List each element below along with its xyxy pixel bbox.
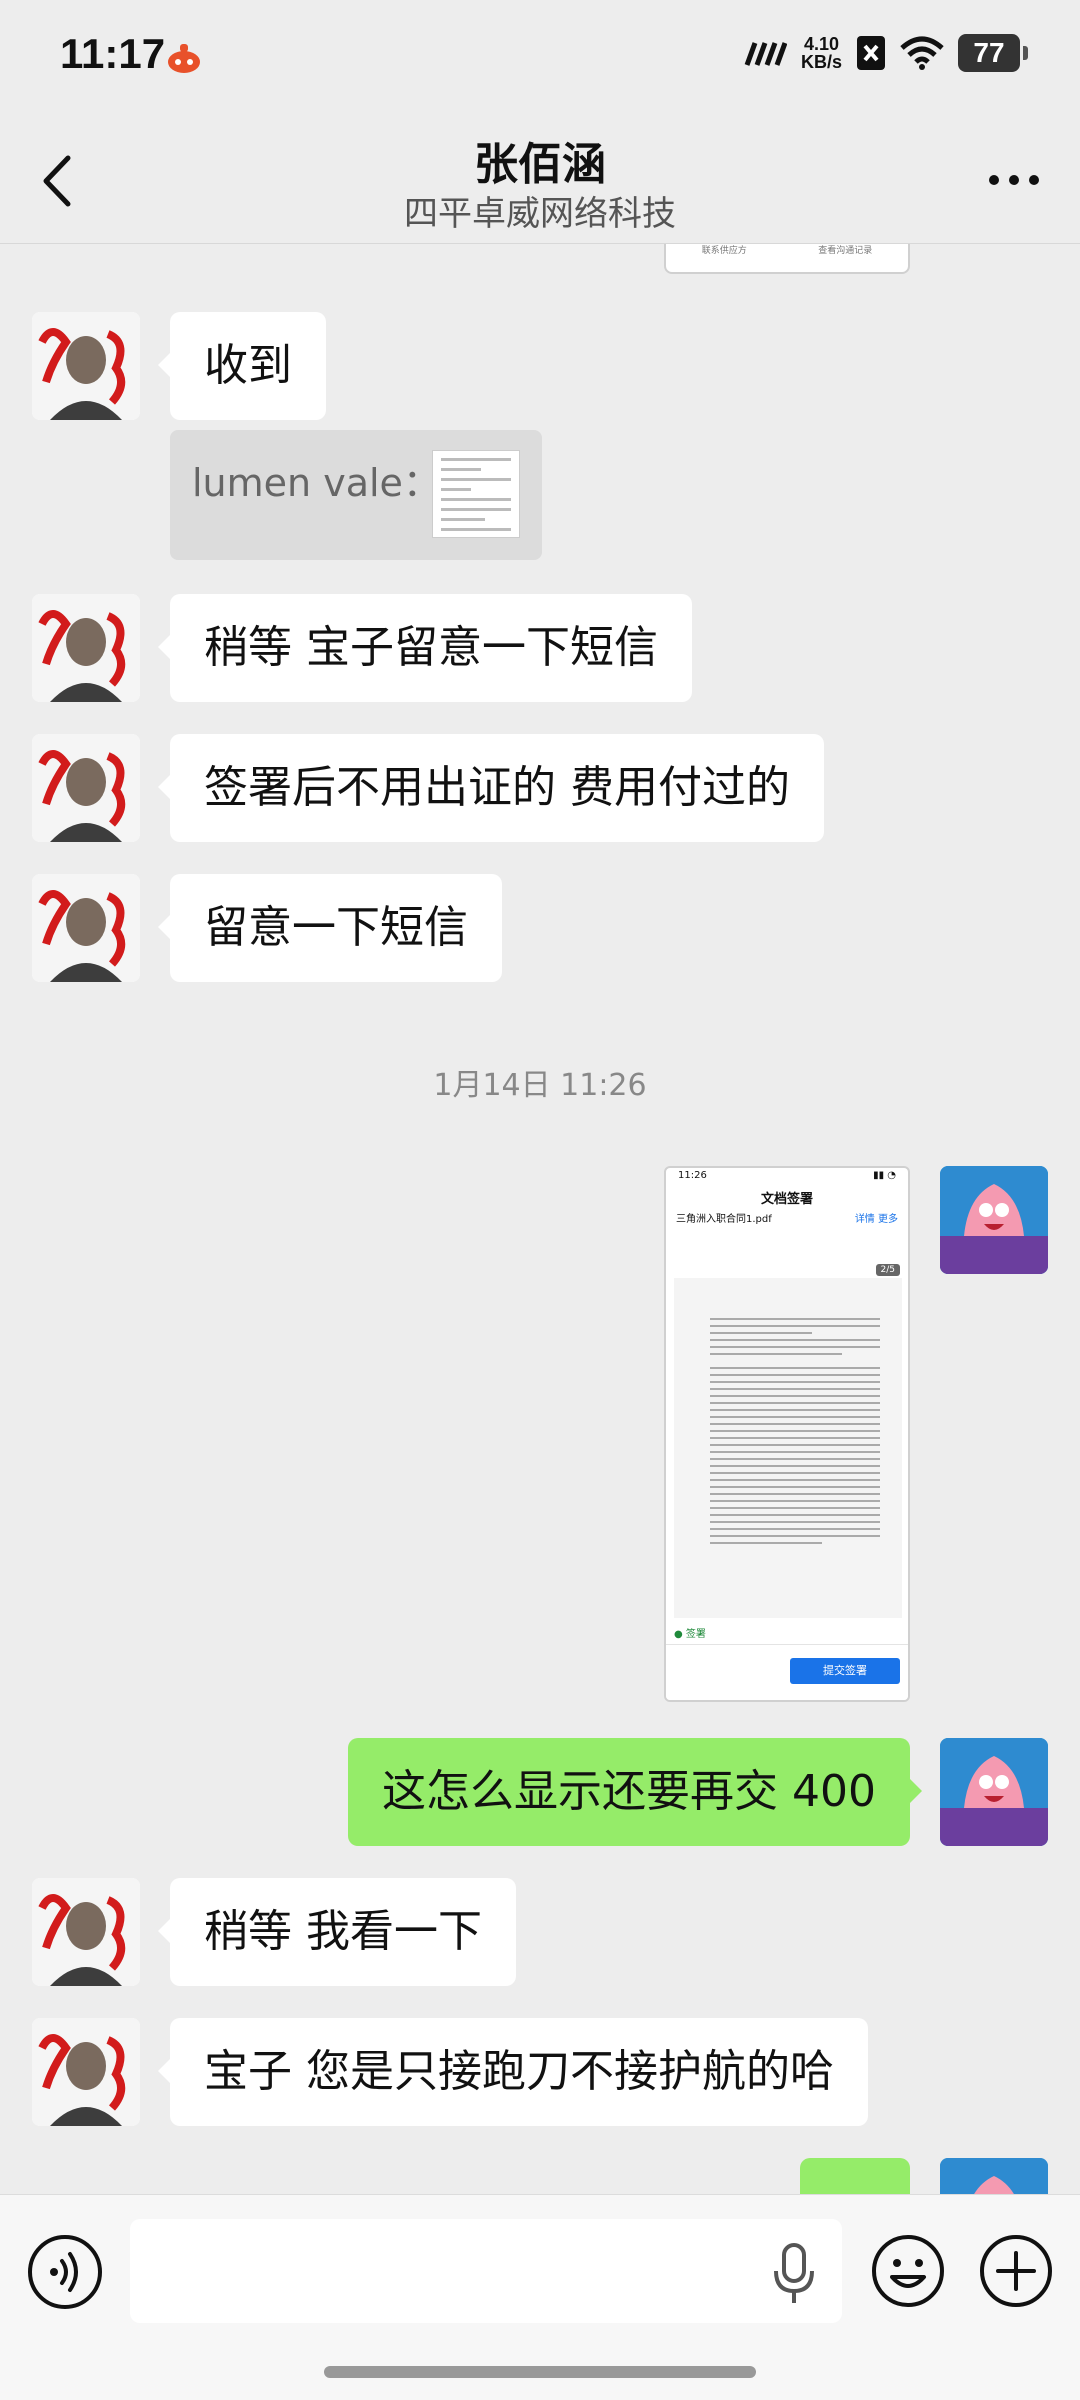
battery-icon: 77 xyxy=(958,34,1028,72)
status-right: 4.10 KB/s 77 xyxy=(743,34,1028,72)
ss-file-name: 三角洲入职合同1.pdf xyxy=(676,1214,772,1225)
message-timestamp: 1月14日 11:26 xyxy=(433,1068,647,1103)
contact-company: 四平卓威网络科技 xyxy=(404,194,676,234)
net-speed-unit: KB/s xyxy=(800,52,842,72)
avatar-image xyxy=(940,2158,1048,2194)
avatar-image xyxy=(32,1878,140,1986)
file-card-partial[interactable]: 联系供应方 查看沟通记录 xyxy=(664,244,910,274)
contact-avatar[interactable] xyxy=(32,734,140,842)
contact-avatar[interactable] xyxy=(32,2018,140,2126)
contact-avatar[interactable] xyxy=(32,1878,140,1986)
ss-submit-button: 提交签署 xyxy=(790,1658,900,1684)
more-button[interactable] xyxy=(984,160,1044,200)
avatar-image xyxy=(32,874,140,982)
wifi-icon xyxy=(900,36,944,70)
voice-icon[interactable] xyxy=(28,2235,102,2309)
ss-status: 11:26 ▮▮ ◔ xyxy=(666,1168,908,1188)
avatar-image xyxy=(940,1166,1048,1274)
my-avatar[interactable] xyxy=(940,1738,1048,1846)
mic-icon[interactable] xyxy=(770,2241,818,2307)
message-bubble[interactable]: 签署后不用出证的 费用付过的 xyxy=(158,734,824,842)
message-bubble[interactable]: 稍等 我看一下 xyxy=(158,1878,516,1986)
file-card-left-link[interactable]: 联系供应方 xyxy=(702,244,747,256)
ss-document-page xyxy=(674,1278,902,1618)
image-message-screenshot[interactable]: 11:26 ▮▮ ◔ 文档签署 三角洲入职合同1.pdf 详情 更多 2/5 ● … xyxy=(664,1166,910,1702)
ss-checkbox-label: 签署 xyxy=(685,1629,706,1640)
file-card-right-link[interactable]: 查看沟通记录 xyxy=(818,244,872,256)
plus-icon[interactable] xyxy=(978,2233,1054,2309)
ss-time: 11:26 xyxy=(678,1170,707,1181)
contact-name[interactable]: 张佰涵 xyxy=(0,128,1080,192)
message-bubble[interactable]: 收到 xyxy=(158,312,326,420)
contact-avatar[interactable] xyxy=(32,594,140,702)
quoted-message[interactable]: lumen vale： xyxy=(170,430,542,560)
avatar-image xyxy=(32,734,140,842)
message-bubble[interactable]: 留意一下短信 xyxy=(158,874,502,982)
ss-title: 文档签署 xyxy=(760,1192,813,1207)
message-bubble[interactable]: 这怎么显示还要再交 400 xyxy=(348,1738,922,1846)
ss-page-indicator: 2/5 xyxy=(875,1264,900,1276)
no-sim-icon xyxy=(857,36,885,70)
net-speed-value: 4.10 xyxy=(803,34,840,54)
emoji-icon[interactable] xyxy=(870,2233,946,2309)
contact-avatar[interactable] xyxy=(32,874,140,982)
avatar-image xyxy=(32,594,140,702)
contact-avatar[interactable] xyxy=(32,312,140,420)
app-notification-icon xyxy=(168,44,200,73)
quote-thumbnail[interactable] xyxy=(432,450,520,538)
avatar-image xyxy=(32,2018,140,2126)
chat-history[interactable]: 联系供应方 查看沟通记录 收到 lumen vale： 稍等 宝子留意一下短信 xyxy=(0,244,1080,2194)
ss-file-row: 三角洲入职合同1.pdf 详情 更多 xyxy=(666,1210,908,1228)
message-bubble[interactable]: 宝子 您是只接跑刀不接护航的哈 xyxy=(158,2018,868,2126)
avatar-image xyxy=(32,312,140,420)
status-time: 11:17 xyxy=(60,30,166,77)
ss-file-links: 详情 更多 xyxy=(854,1214,898,1225)
quote-sender: lumen vale： xyxy=(192,461,441,505)
ss-checkbox: ● 签署 xyxy=(674,1629,706,1640)
net-speed: 4.10 KB/s xyxy=(801,35,842,71)
my-avatar[interactable] xyxy=(940,1166,1048,1274)
message-bubble[interactable]: 稍等 宝子留意一下短信 xyxy=(158,594,692,702)
signal-icon xyxy=(744,42,787,66)
home-indicator[interactable] xyxy=(324,2366,756,2378)
message-bubble-partial[interactable] xyxy=(800,2158,910,2194)
message-input[interactable] xyxy=(130,2219,842,2323)
my-avatar[interactable] xyxy=(940,2158,1048,2194)
chat-header: 张佰涵 四平卓威网络科技 xyxy=(0,120,1080,244)
status-bar: 11:17 4.10 KB/s 77 xyxy=(0,0,1080,120)
avatar-image xyxy=(940,1738,1048,1846)
